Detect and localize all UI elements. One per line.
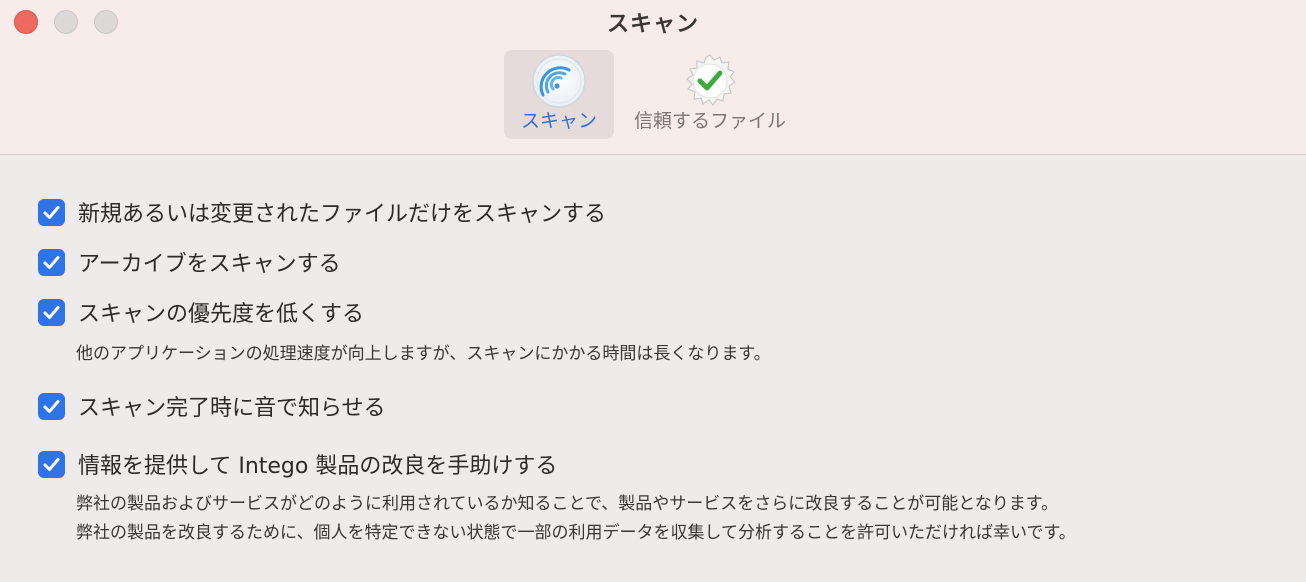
checkbox-scan-new-or-modified[interactable] [38, 199, 65, 226]
scan-settings-panel: 新規あるいは変更されたファイルだけをスキャンする アーカイブをスキャンする スキ… [0, 155, 1306, 582]
option-label: 情報を提供して Intego 製品の改良を手助けする [78, 454, 558, 479]
checkbox-share-usage-data[interactable] [38, 451, 65, 478]
option-label: スキャン完了時に音で知らせる [78, 396, 386, 421]
checkmark-icon [43, 458, 60, 471]
scan-radar-icon [531, 53, 587, 109]
tab-scan[interactable]: スキャン [504, 50, 614, 139]
tab-trusted-files[interactable]: 信頼するファイル [624, 50, 796, 139]
verified-badge-icon [682, 53, 738, 109]
toolbar: スキャン スキャン 信頼するファイル [0, 0, 1306, 155]
option-label: スキャンの優先度を低くする [78, 302, 365, 327]
tab-scan-label: スキャン [520, 110, 597, 132]
window-title: スキャン [606, 12, 699, 37]
option-description: 他のアプリケーションの処理速度が向上しますが、スキャンにかかる時間は長くなります… [76, 344, 771, 364]
checkbox-sound-on-complete[interactable] [38, 393, 65, 420]
option-description-line: 弊社の製品およびサービスがどのように利用されているか知ることで、製品やサービスを… [76, 494, 1059, 514]
checkmark-icon [43, 206, 60, 219]
preferences-window: スキャン スキャン 信頼するファイル 新規あるいは変更されたファイルだけをスキャ… [0, 0, 1306, 582]
option-label: 新規あるいは変更されたファイルだけをスキャンする [78, 202, 607, 227]
checkmark-icon [43, 400, 60, 413]
checkmark-icon [43, 256, 60, 269]
checkbox-low-priority[interactable] [38, 299, 65, 326]
option-label: アーカイブをスキャンする [78, 252, 341, 277]
checkbox-scan-archives[interactable] [38, 249, 65, 276]
option-description-line: 弊社の製品を改良するために、個人を特定できない状態で一部の利用データを収集して分… [76, 523, 1076, 543]
checkmark-icon [43, 306, 60, 319]
tab-trusted-files-label: 信頼するファイル [633, 110, 786, 132]
